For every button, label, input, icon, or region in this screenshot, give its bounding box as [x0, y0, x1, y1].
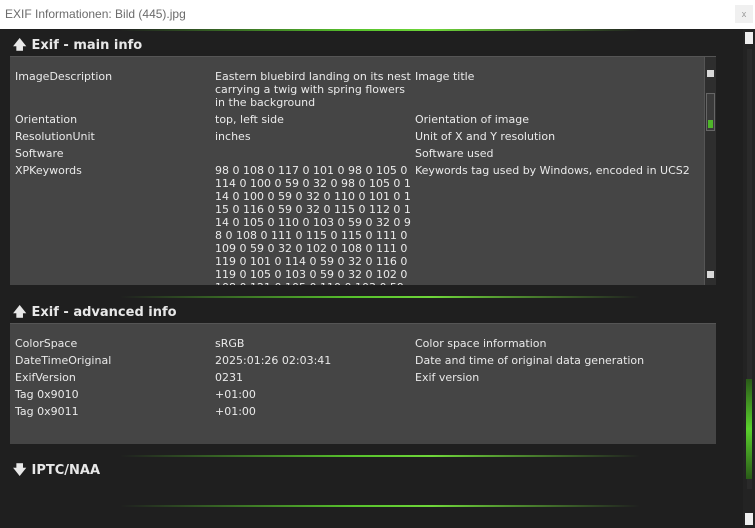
table-row: ResolutionUnit inches Unit of X and Y re… — [10, 130, 706, 144]
tag-name: DateTimeOriginal — [15, 354, 112, 367]
tag-value: 98 0 108 0 117 0 101 0 98 0 105 0 114 0 … — [215, 164, 411, 285]
tag-value: Eastern bluebird landing on its nest car… — [215, 70, 411, 109]
tag-name: ExifVersion — [15, 371, 76, 384]
collapse-arrow-icon: 🡅 — [13, 38, 27, 53]
tag-name: ResolutionUnit — [15, 130, 95, 143]
section-divider-glow — [120, 455, 640, 457]
table-row: XPKeywords 98 0 108 0 117 0 101 0 98 0 1… — [10, 164, 706, 285]
scroll-thumb[interactable] — [746, 379, 752, 479]
scroll-up-button[interactable] — [745, 32, 753, 44]
table-row: DateTimeOriginal 2025:01:26 02:03:41 Dat… — [10, 354, 716, 368]
tag-description: Color space information — [415, 337, 547, 350]
tag-description: Date and time of original data generatio… — [415, 354, 645, 367]
section-divider-glow — [120, 29, 640, 31]
tag-name: Tag 0x9011 — [15, 405, 79, 418]
window-title: EXIF Informationen: Bild (445).jpg — [5, 7, 186, 21]
close-button[interactable]: x — [735, 5, 753, 23]
scroll-thumb[interactable] — [706, 93, 715, 131]
advanced-info-panel: ColorSpace sRGB Color space information … — [10, 323, 716, 444]
section-title: IPTC/NAA — [31, 463, 101, 478]
collapse-arrow-icon: 🡅 — [13, 305, 27, 320]
tag-value: top, left side — [215, 113, 284, 126]
close-icon: x — [741, 9, 747, 19]
table-row: Orientation top, left side Orientation o… — [10, 113, 706, 127]
expand-arrow-icon: 🡇 — [13, 463, 27, 478]
section-title: Exif - main info — [31, 38, 143, 53]
section-header-main-info[interactable]: 🡅 Exif - main info — [10, 36, 142, 56]
table-row: Tag 0x9011 +01:00 — [10, 405, 716, 419]
main-info-scrollbar[interactable] — [704, 57, 716, 285]
tag-value: inches — [215, 130, 251, 143]
table-row: ColorSpace sRGB Color space information — [10, 337, 716, 351]
section-header-iptc[interactable]: 🡇 IPTC/NAA — [10, 461, 100, 481]
table-row: Software Software used — [10, 147, 706, 161]
scroll-down-button[interactable] — [745, 513, 753, 525]
table-row: ImageDescription Eastern bluebird landin… — [10, 70, 706, 110]
tag-name: Orientation — [15, 113, 78, 126]
tag-value: +01:00 — [215, 405, 256, 418]
scroll-up-button[interactable] — [707, 70, 714, 77]
tag-description: Keywords tag used by Windows, encoded in… — [415, 164, 690, 177]
exif-content: 🡅 Exif - main info ImageDescription East… — [0, 29, 755, 528]
tag-value: sRGB — [215, 337, 245, 350]
tag-name: ImageDescription — [15, 70, 113, 83]
window-scrollbar[interactable] — [743, 29, 755, 528]
tag-value: +01:00 — [215, 388, 256, 401]
main-info-panel: ImageDescription Eastern bluebird landin… — [10, 56, 716, 285]
main-info-rows: ImageDescription Eastern bluebird landin… — [10, 57, 706, 285]
tag-name: XPKeywords — [15, 164, 82, 177]
section-divider-glow — [120, 505, 640, 507]
tag-value: 2025:01:26 02:03:41 — [215, 354, 332, 367]
section-title: Exif - advanced info — [31, 305, 177, 320]
section-divider-glow — [120, 296, 640, 298]
tag-name: Software — [15, 147, 64, 160]
advanced-info-rows: ColorSpace sRGB Color space information … — [10, 324, 716, 444]
tag-name: ColorSpace — [15, 337, 78, 350]
tag-value: 0231 — [215, 371, 243, 384]
tag-description: Software used — [415, 147, 494, 160]
tag-description: Orientation of image — [415, 113, 529, 126]
section-header-advanced-info[interactable]: 🡅 Exif - advanced info — [10, 303, 177, 323]
tag-description: Unit of X and Y resolution — [415, 130, 556, 143]
table-row: ExifVersion 0231 Exif version — [10, 371, 716, 385]
tag-name: Tag 0x9010 — [15, 388, 79, 401]
window-titlebar: EXIF Informationen: Bild (445).jpg x — [0, 0, 755, 29]
tag-description: Image title — [415, 70, 475, 83]
table-row: Tag 0x9010 +01:00 — [10, 388, 716, 402]
tag-description: Exif version — [415, 371, 480, 384]
scroll-down-button[interactable] — [707, 271, 714, 278]
